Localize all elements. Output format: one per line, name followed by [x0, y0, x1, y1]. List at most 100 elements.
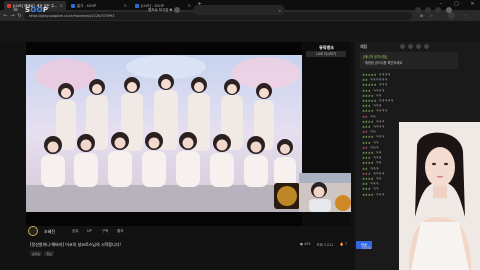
- streamer-cam-inset: [299, 173, 351, 212]
- video-frame[interactable]: [26, 55, 302, 212]
- close-tab-icon[interactable]: ×: [188, 3, 191, 8]
- chat-username[interactable]: ㅎㅎㅎㅎ: [362, 120, 374, 124]
- browser-menu-icon[interactable]: ⋮: [462, 12, 469, 19]
- chat-username[interactable]: ㅎㅎ: [362, 167, 368, 171]
- message-icon[interactable]: [435, 7, 441, 13]
- extension-icon[interactable]: ⊞: [418, 12, 425, 19]
- chat-more-icon[interactable]: [424, 44, 429, 49]
- list-label[interactable]: 리스트: [362, 245, 371, 250]
- streamer-name[interactable]: 조혜진: [44, 229, 55, 235]
- window-controls[interactable]: – ▢ ×: [440, 1, 480, 7]
- hot-count: 🔥 7: [339, 242, 348, 246]
- soop-favicon-icon: [7, 3, 11, 8]
- chat-message: ㅎㅎㅎ ㅋㅋㅋㅋ: [362, 125, 385, 130]
- chat-text: ㅋㅋ: [369, 114, 376, 119]
- chat-username[interactable]: ㅎㅎ: [362, 78, 368, 82]
- chat-text: ㅋㅋㅋ: [375, 135, 385, 140]
- chat-message: ㅎㅎㅎ ㅋㅋ: [362, 187, 379, 192]
- chat-username[interactable]: ㅎㅎㅎㅎㅎ: [362, 99, 377, 103]
- chat-message: ㅎㅎㅎㅎ ㅋㅋㅋ: [362, 135, 385, 140]
- chat-username[interactable]: ㅎㅎㅎㅎㅎ: [362, 83, 377, 87]
- share-button[interactable]: 공유: [70, 228, 80, 234]
- stream-stats: ● 493 조회 1,012 🔥 7: [300, 242, 347, 247]
- chat-message: ㅎㅎㅎㅎ ㅋㅋ: [362, 151, 382, 156]
- profile-avatar[interactable]: [448, 12, 455, 19]
- overlay-subtitle: LIVE 다시보기: [306, 51, 346, 57]
- chat-username[interactable]: ㅎㅎ: [362, 115, 368, 119]
- channel-selector[interactable]: 웹프로 보기장 ▼: [148, 6, 181, 14]
- stage-group-photo: [26, 55, 302, 212]
- user-avatar[interactable]: [446, 7, 452, 13]
- chat-text: ㅋㅋ: [375, 177, 382, 181]
- chat-username[interactable]: ㅎㅎㅎㅎㅎ: [362, 73, 377, 77]
- site-header: [0, 21, 480, 42]
- chat-username[interactable]: ㅎㅎㅎㅎ: [362, 151, 374, 155]
- hamburger-menu-icon[interactable]: ≡: [13, 6, 18, 13]
- viewer-count: ● 493: [300, 242, 311, 246]
- reload-icon[interactable]: ↻: [16, 12, 23, 19]
- chat-username[interactable]: ㅎㅎㅎ: [362, 141, 371, 145]
- tag[interactable]: 보이는: [30, 251, 43, 256]
- chat-username[interactable]: ㅎㅎㅎ: [362, 156, 371, 160]
- chat-username[interactable]: ㅎㅎㅎㅎ: [362, 135, 374, 139]
- chat-username[interactable]: ㅎㅎㅎㅎ: [362, 193, 374, 197]
- chat-username[interactable]: ㅎㅎㅎㅎ: [362, 161, 374, 165]
- chat-message: ㅎㅎㅎㅎ ㅋㅋ: [362, 161, 382, 166]
- chat-text: ㅋㅋㅋ: [369, 166, 379, 171]
- search-icon[interactable]: ⌕: [279, 8, 281, 13]
- search-input[interactable]: ⌕: [193, 5, 285, 15]
- tab-label: 홈가 - SOOP: [77, 4, 97, 8]
- notification-bell-icon[interactable]: [425, 7, 431, 13]
- soop-logo[interactable]: SOOP: [25, 6, 48, 14]
- chat-message: ㅎㅎㅎㅎ ㅋㅋ: [362, 177, 382, 182]
- up-button[interactable]: UP: [85, 228, 94, 234]
- streamer-avatar[interactable]: [28, 226, 38, 236]
- chat-message: ㅎㅎ ㅋㅋㅋㅋㅋㅋ: [362, 78, 387, 83]
- chat-message: ㅎㅎㅎㅎ ㅋㅋ: [362, 94, 382, 99]
- chat-message: ㅎㅎ ㅋㅋㅋ: [362, 146, 379, 151]
- chat-message: ㅎㅎ ㅋㅋ: [362, 115, 376, 120]
- chat-message: ㅎㅎㅎㅎ ㅋㅋㅋ: [362, 120, 385, 125]
- chat-message: ㅎㅎㅎㅎㅎ ㅋㅋㅋㅋㅋ: [362, 99, 393, 104]
- chat-text: ㅋㅋㅋ: [375, 192, 385, 197]
- chat-username[interactable]: ㅎㅎ: [362, 182, 368, 186]
- chat-text: ㅋㅋ: [372, 187, 379, 192]
- chat-text: ㅋㅋㅋㅋ: [372, 171, 385, 176]
- chat-gift-icon[interactable]: [416, 44, 421, 49]
- close-tab-icon[interactable]: ×: [60, 3, 63, 8]
- notice-body: · 채팅창 공지사항 확인하세요: [363, 61, 403, 65]
- chat-username[interactable]: ㅎㅎ: [362, 130, 368, 134]
- chat-username[interactable]: ㅎㅎ: [362, 146, 368, 150]
- chat-message: ㅎㅎㅎ ㅋㅋㅋ: [362, 104, 382, 109]
- back-icon[interactable]: ←: [2, 12, 9, 19]
- chat-message: ㅎㅎ ㅋㅋㅋ: [362, 167, 379, 172]
- forward-icon[interactable]: →: [9, 12, 16, 19]
- subscribe-button[interactable]: 구독: [100, 228, 110, 234]
- chat-username[interactable]: ㅎㅎㅎ: [362, 187, 371, 191]
- soop-favicon-icon: [71, 3, 75, 8]
- view-count: 조회 1,012: [316, 243, 334, 247]
- tag[interactable]: 정보: [44, 251, 54, 256]
- chat-username[interactable]: ㅎㅎㅎㅎ: [362, 177, 374, 181]
- soop-favicon-icon: [135, 3, 139, 8]
- chat-text: ㅋㅋㅋㅋ: [372, 88, 385, 93]
- tag-list: 보이는 정보: [30, 251, 54, 256]
- chat-username[interactable]: ㅎㅎㅎㅎ: [362, 109, 374, 113]
- chat-username[interactable]: ㅎㅎㅎ: [362, 125, 371, 129]
- chat-username[interactable]: ㅎㅎㅎㅎ: [362, 94, 374, 98]
- broadcast-icon[interactable]: [415, 7, 421, 13]
- close-tab-icon[interactable]: ×: [124, 3, 127, 8]
- chat-settings-icon[interactable]: [400, 44, 405, 49]
- bookmark-icon[interactable]: ☆: [428, 12, 435, 19]
- chat-text: ㅋㅋ: [375, 161, 382, 166]
- chat-username[interactable]: ㅎㅎㅎ: [362, 89, 371, 93]
- chat-username[interactable]: ㅎㅎㅎ: [362, 104, 371, 108]
- chat-username[interactable]: ㅎㅎㅎ: [362, 172, 371, 176]
- chat-notice: [매니저 공지사항] · 채팅창 공지사항 확인하세요: [360, 52, 458, 69]
- browser-tab[interactable]: 홈가 - SOOP ×: [68, 1, 130, 10]
- favorite-button[interactable]: 즐겨: [115, 228, 125, 234]
- chat-user-icon[interactable]: [408, 44, 413, 49]
- chat-message: ㅎㅎㅎㅎ ㅋㅋㅋㅋ: [362, 109, 387, 114]
- chat-text: ㅋㅋㅋㅋ: [378, 73, 391, 77]
- chat-text: ㅋㅋㅋㅋ: [372, 125, 385, 129]
